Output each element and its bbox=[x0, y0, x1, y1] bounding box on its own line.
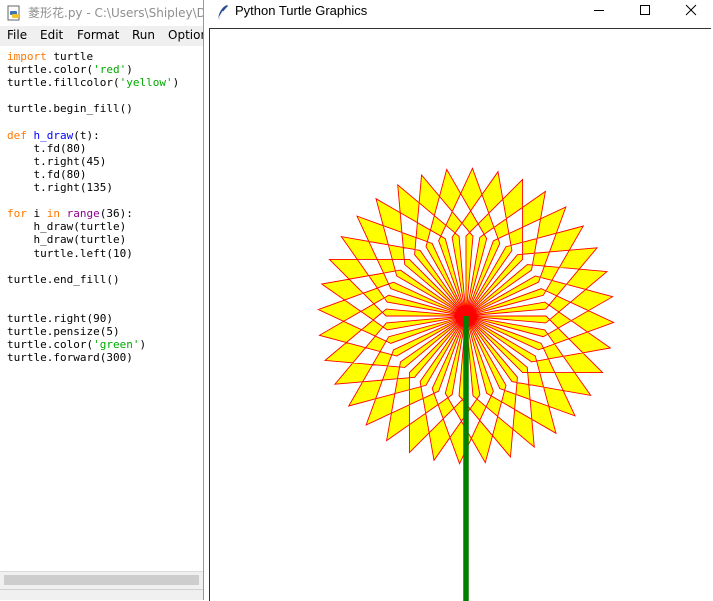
code-line[interactable]: h_draw(turtle) bbox=[7, 220, 126, 233]
menu-options[interactable]: Option bbox=[168, 28, 208, 42]
code-line[interactable]: def h_draw(t): bbox=[7, 129, 100, 142]
code-line[interactable]: turtle.begin_fill() bbox=[7, 102, 133, 115]
code-editor[interactable]: import turtle turtle.color('red') turtle.f… bbox=[0, 47, 206, 570]
code-line[interactable]: h_draw(turtle) bbox=[7, 233, 126, 246]
code-line[interactable]: turtle.color('green') bbox=[7, 338, 146, 351]
editor-title: 菱形花.py - C:\Users\Shipley\D bbox=[28, 6, 206, 20]
code-line[interactable]: t.fd(80) bbox=[7, 168, 86, 181]
horizontal-scrollbar[interactable] bbox=[0, 571, 206, 589]
editor-title-bar[interactable]: 菱形花.py - C:\Users\Shipley\D bbox=[0, 0, 208, 26]
code-line[interactable]: import turtle bbox=[7, 50, 93, 63]
code-line[interactable]: turtle.fillcolor('yellow') bbox=[7, 76, 179, 89]
scrollbar-thumb[interactable] bbox=[4, 575, 199, 585]
code-line[interactable]: turtle.right(90) bbox=[7, 312, 113, 325]
code-line[interactable]: for i in range(36): bbox=[7, 207, 133, 220]
feather-icon bbox=[217, 5, 228, 20]
minimize-button[interactable] bbox=[576, 0, 622, 22]
code-line[interactable]: t.fd(80) bbox=[7, 142, 86, 155]
turtle-title-bar[interactable]: Python Turtle Graphics bbox=[204, 0, 713, 28]
minimize-icon bbox=[594, 10, 604, 11]
flower-drawing bbox=[317, 167, 615, 601]
menu-format[interactable]: Format bbox=[77, 28, 119, 42]
code-line[interactable]: turtle.forward(300) bbox=[7, 351, 133, 364]
menu-run[interactable]: Run bbox=[132, 28, 155, 42]
close-button[interactable] bbox=[668, 0, 713, 22]
menu-edit[interactable]: Edit bbox=[40, 28, 63, 42]
editor-menu-bar: File Edit Format Run Option bbox=[0, 26, 208, 46]
status-bar bbox=[0, 589, 206, 600]
idle-editor-window: 菱形花.py - C:\Users\Shipley\D File Edit Fo… bbox=[0, 0, 208, 600]
maximize-icon bbox=[640, 5, 650, 15]
code-line[interactable]: turtle.left(10) bbox=[7, 247, 132, 260]
code-line[interactable]: t.right(45) bbox=[7, 155, 106, 168]
close-icon bbox=[685, 4, 697, 16]
maximize-button[interactable] bbox=[622, 0, 668, 22]
turtle-graphics-window: Python Turtle Graphics bbox=[203, 0, 713, 601]
turtle-window-title: Python Turtle Graphics bbox=[235, 3, 368, 18]
python-file-icon bbox=[7, 5, 20, 21]
code-line[interactable]: turtle.color('red') bbox=[7, 63, 133, 76]
menu-file[interactable]: File bbox=[7, 28, 27, 42]
turtle-canvas[interactable] bbox=[209, 28, 711, 601]
code-line[interactable]: turtle.pensize(5) bbox=[7, 325, 120, 338]
code-line[interactable]: t.right(135) bbox=[7, 181, 112, 194]
code-line[interactable]: turtle.end_fill() bbox=[7, 273, 120, 286]
